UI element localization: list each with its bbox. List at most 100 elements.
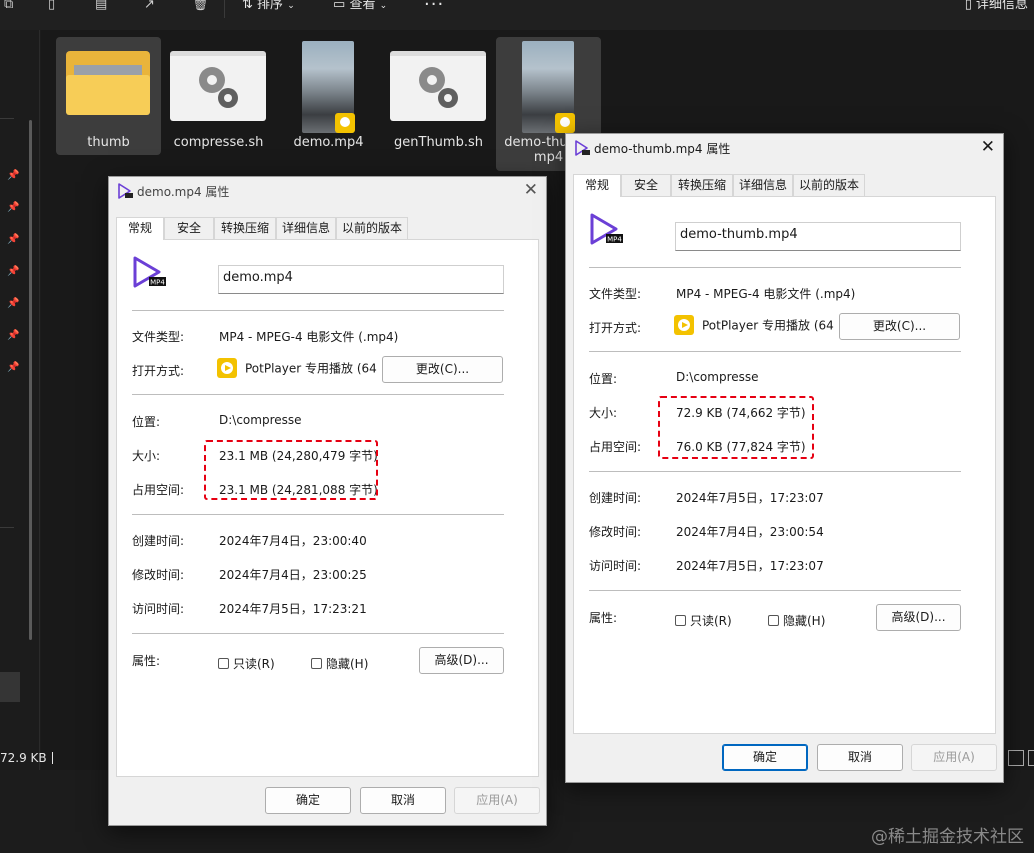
change-button[interactable]: 更改(C)...: [839, 313, 960, 340]
file-item-genthumb-sh[interactable]: genThumb.sh: [386, 37, 491, 155]
more-options-button[interactable]: ···: [424, 0, 444, 15]
file-label: thumb: [87, 135, 130, 150]
file-type-label: 文件类型:: [132, 330, 185, 344]
file-item-compresse-sh[interactable]: compresse.sh: [166, 37, 271, 155]
nav-divider: [0, 527, 14, 528]
copy-icon[interactable]: ⧉: [4, 0, 18, 14]
tab-details[interactable]: 详细信息: [733, 174, 793, 196]
ok-button[interactable]: 确定: [265, 787, 351, 814]
cancel-button[interactable]: 取消: [817, 744, 903, 771]
accessed-value: 2024年7月5日，17:23:07: [676, 559, 824, 573]
accessed-value: 2024年7月5日，17:23:21: [219, 602, 367, 616]
advanced-button[interactable]: 高级(D)...: [419, 647, 504, 674]
readonly-checkbox[interactable]: 只读(R): [675, 612, 732, 629]
view-button[interactable]: ▭ 查看 ⌄: [333, 0, 387, 14]
tab-security[interactable]: 安全: [164, 217, 214, 239]
change-button[interactable]: 更改(C)...: [382, 356, 503, 383]
sort-icon: ⇅: [242, 0, 253, 12]
toolbar-divider: [224, 0, 225, 18]
divider: [589, 267, 961, 268]
created-value: 2024年7月4日，23:00:40: [219, 534, 367, 548]
created-label: 创建时间:: [589, 491, 642, 505]
status-bar: 72.9 KB: [0, 748, 47, 768]
pin-icon[interactable]: 📌: [7, 330, 19, 342]
general-panel: MP4 demo-thumb.mp4 文件类型: MP4 - MPEG-4 电影…: [573, 196, 996, 734]
potplayer-icon: [217, 358, 237, 378]
modified-value: 2024年7月4日，23:00:54: [676, 525, 824, 539]
apply-button[interactable]: 应用(A): [454, 787, 540, 814]
divider: [132, 310, 504, 311]
svg-text:MP4: MP4: [150, 279, 165, 287]
file-item-thumb[interactable]: thumb: [56, 37, 161, 155]
attributes-label: 属性:: [132, 654, 161, 668]
nav-selected-item[interactable]: [0, 672, 20, 702]
tiles-view-icon[interactable]: [1028, 750, 1034, 766]
selection-size: 72.9 KB: [0, 751, 47, 765]
pin-icon[interactable]: 📌: [7, 234, 19, 246]
modified-value: 2024年7月4日，23:00:25: [219, 568, 367, 582]
share-icon[interactable]: ↗: [144, 0, 158, 14]
checkbox-box[interactable]: [311, 658, 322, 669]
tab-previous-versions[interactable]: 以前的版本: [793, 174, 865, 196]
paste-icon[interactable]: ▯: [48, 0, 62, 14]
ok-button[interactable]: 确定: [722, 744, 808, 771]
divider: [132, 394, 504, 395]
delete-icon[interactable]: 🗑: [192, 0, 209, 14]
details-label: 详细信息: [975, 0, 1028, 12]
modified-label: 修改时间:: [589, 525, 642, 539]
details-pane-button[interactable]: ▯ 详细信息: [965, 0, 1028, 14]
advanced-button[interactable]: 高级(D)...: [876, 604, 961, 631]
size-label: 大小:: [589, 406, 618, 420]
tab-convert[interactable]: 转换压缩: [214, 217, 276, 239]
pin-icon[interactable]: 📌: [7, 266, 19, 278]
pin-icon[interactable]: 📌: [7, 202, 19, 214]
tab-previous-versions[interactable]: 以前的版本: [336, 217, 408, 239]
folder-front: [66, 75, 150, 115]
pin-icon[interactable]: 📌: [7, 362, 19, 374]
sort-button[interactable]: ⇅ 排序 ⌄: [242, 0, 295, 14]
cancel-button[interactable]: 取消: [360, 787, 446, 814]
gear-icon: [419, 67, 458, 108]
location-label: 位置:: [132, 415, 161, 429]
open-with-value: PotPlayer 专用播放 (64: [217, 358, 377, 380]
hidden-checkbox[interactable]: 隐藏(H): [768, 612, 825, 629]
open-with-label: 打开方式:: [132, 364, 185, 378]
close-icon[interactable]: ✕: [524, 179, 538, 201]
rename-icon[interactable]: ▤: [95, 0, 109, 14]
readonly-label: 只读(R): [233, 657, 275, 671]
location-label: 位置:: [589, 372, 618, 386]
tab-general[interactable]: 常规: [116, 217, 164, 240]
checkbox-box[interactable]: [768, 615, 779, 626]
tab-convert[interactable]: 转换压缩: [671, 174, 733, 196]
created-value: 2024年7月5日，17:23:07: [676, 491, 824, 505]
file-label: demo.mp4: [293, 135, 364, 150]
tab-security[interactable]: 安全: [621, 174, 671, 196]
nav-scrollbar[interactable]: [29, 120, 32, 640]
pin-icon[interactable]: 📌: [7, 170, 19, 182]
view-label: 查看: [349, 0, 376, 12]
pin-icon[interactable]: 📌: [7, 298, 19, 310]
dialog-title: demo.mp4 属性: [137, 185, 230, 199]
script-file-icon: [390, 51, 486, 121]
filename-input[interactable]: demo.mp4: [218, 265, 504, 294]
readonly-checkbox[interactable]: 只读(R): [218, 655, 275, 672]
disk-size-label: 占用空间:: [132, 483, 185, 497]
tab-details[interactable]: 详细信息: [276, 217, 336, 239]
details-view-icon[interactable]: [1008, 750, 1024, 766]
filename-input[interactable]: demo-thumb.mp4: [675, 222, 961, 251]
checkbox-box[interactable]: [218, 658, 229, 669]
file-type-value: MP4 - MPEG-4 电影文件 (.mp4): [219, 330, 399, 344]
accessed-label: 访问时间:: [589, 559, 642, 573]
hidden-label: 隐藏(H): [783, 614, 826, 628]
file-type-value: MP4 - MPEG-4 电影文件 (.mp4): [676, 287, 856, 301]
close-icon[interactable]: ✕: [981, 136, 995, 158]
file-item-demo-mp4[interactable]: demo.mp4: [276, 37, 381, 155]
open-with-value: PotPlayer 专用播放 (64: [674, 315, 834, 337]
tab-general[interactable]: 常规: [573, 174, 621, 197]
explorer-toolbar: ⧉ ▯ ▤ ↗ 🗑 ⇅ 排序 ⌄ ▭ 查看 ⌄ ··· ▯ 详细信息: [0, 0, 1034, 30]
location-value: D:\compresse: [676, 370, 759, 384]
apply-button[interactable]: 应用(A): [911, 744, 997, 771]
open-with-app: PotPlayer 专用播放 (64: [245, 361, 377, 376]
checkbox-box[interactable]: [675, 615, 686, 626]
hidden-checkbox[interactable]: 隐藏(H): [311, 655, 368, 672]
